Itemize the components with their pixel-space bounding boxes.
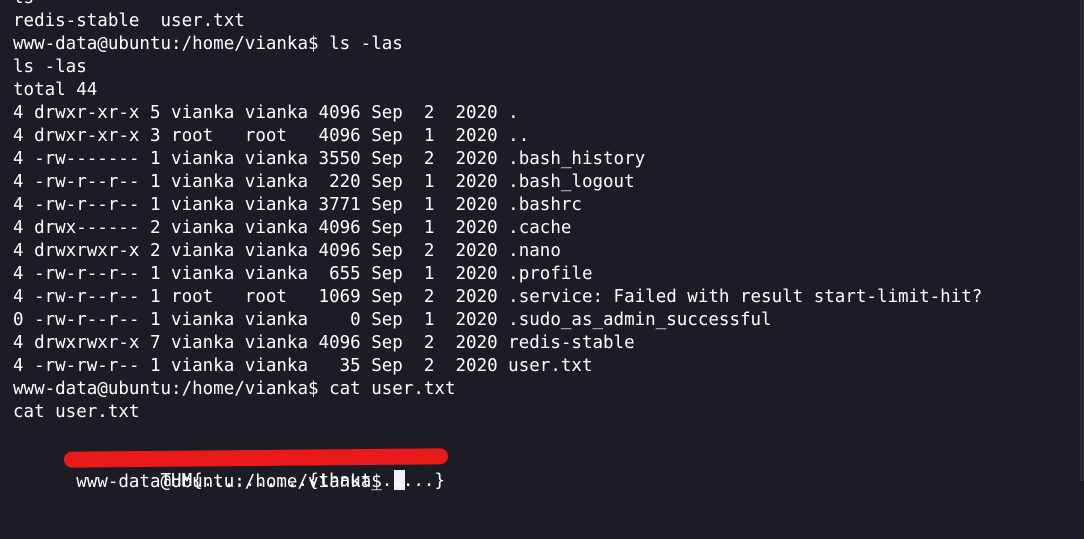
redacted-flag: THM{..........{thaut_.....} <box>64 447 449 491</box>
terminal-line: 4 drwx------ 2 vianka vianka 4096 Sep 1 … <box>13 218 572 238</box>
terminal-line: 4 drwxr-xr-x 5 vianka vianka 4096 Sep 2 … <box>13 103 519 123</box>
terminal-line: www-data@ubuntu:/home/vianka$ cat user.t… <box>13 379 456 399</box>
terminal-line: 4 drwxrwxr-x 2 vianka vianka 4096 Sep 2 … <box>13 241 561 261</box>
terminal-line: 4 -rw-r--r-- 1 vianka vianka 3771 Sep 1 … <box>13 195 582 215</box>
terminal-line: www-data@ubuntu:/home/vianka$ ls -las <box>13 34 403 54</box>
terminal-line: 4 -rw-rw-r-- 1 vianka vianka 35 Sep 2 20… <box>13 356 593 376</box>
redaction-mark <box>64 448 449 468</box>
flag-text: THM{..........{thaut_.....} <box>160 471 445 491</box>
scrollbar-track[interactable] <box>1080 0 1082 481</box>
terminal-line: total 44 <box>13 80 98 100</box>
terminal-line: 4 -rw-r--r-- 1 vianka vianka 220 Sep 1 2… <box>13 172 635 192</box>
terminal-line: 4 drwxr-xr-x 3 root root 4096 Sep 1 2020… <box>13 126 530 146</box>
terminal-line: ls -las <box>13 57 87 77</box>
terminal-line: ls <box>13 0 982 10</box>
terminal-line: 0 -rw-r--r-- 1 vianka vianka 0 Sep 1 202… <box>13 310 772 330</box>
terminal-line: 4 -rw-r--r-- 1 vianka vianka 655 Sep 1 2… <box>13 264 593 284</box>
terminal-line: 4 -rw-r--r-- 1 root root 1069 Sep 2 2020… <box>13 287 983 307</box>
terminal-window[interactable]: ls redis-stable user.txt www-data@ubuntu… <box>0 0 1084 492</box>
terminal-line: redis-stable user.txt <box>13 11 245 31</box>
redacted-line: THM{..........{thaut_.....} <box>13 424 982 491</box>
terminal-line: 4 -rw------- 1 vianka vianka 3550 Sep 2 … <box>13 149 646 169</box>
terminal-line: cat user.txt <box>13 402 140 422</box>
terminal-output: ls redis-stable user.txt www-data@ubuntu… <box>13 0 983 492</box>
terminal-line: 4 drwxrwxr-x 7 vianka vianka 4096 Sep 2 … <box>13 333 635 353</box>
